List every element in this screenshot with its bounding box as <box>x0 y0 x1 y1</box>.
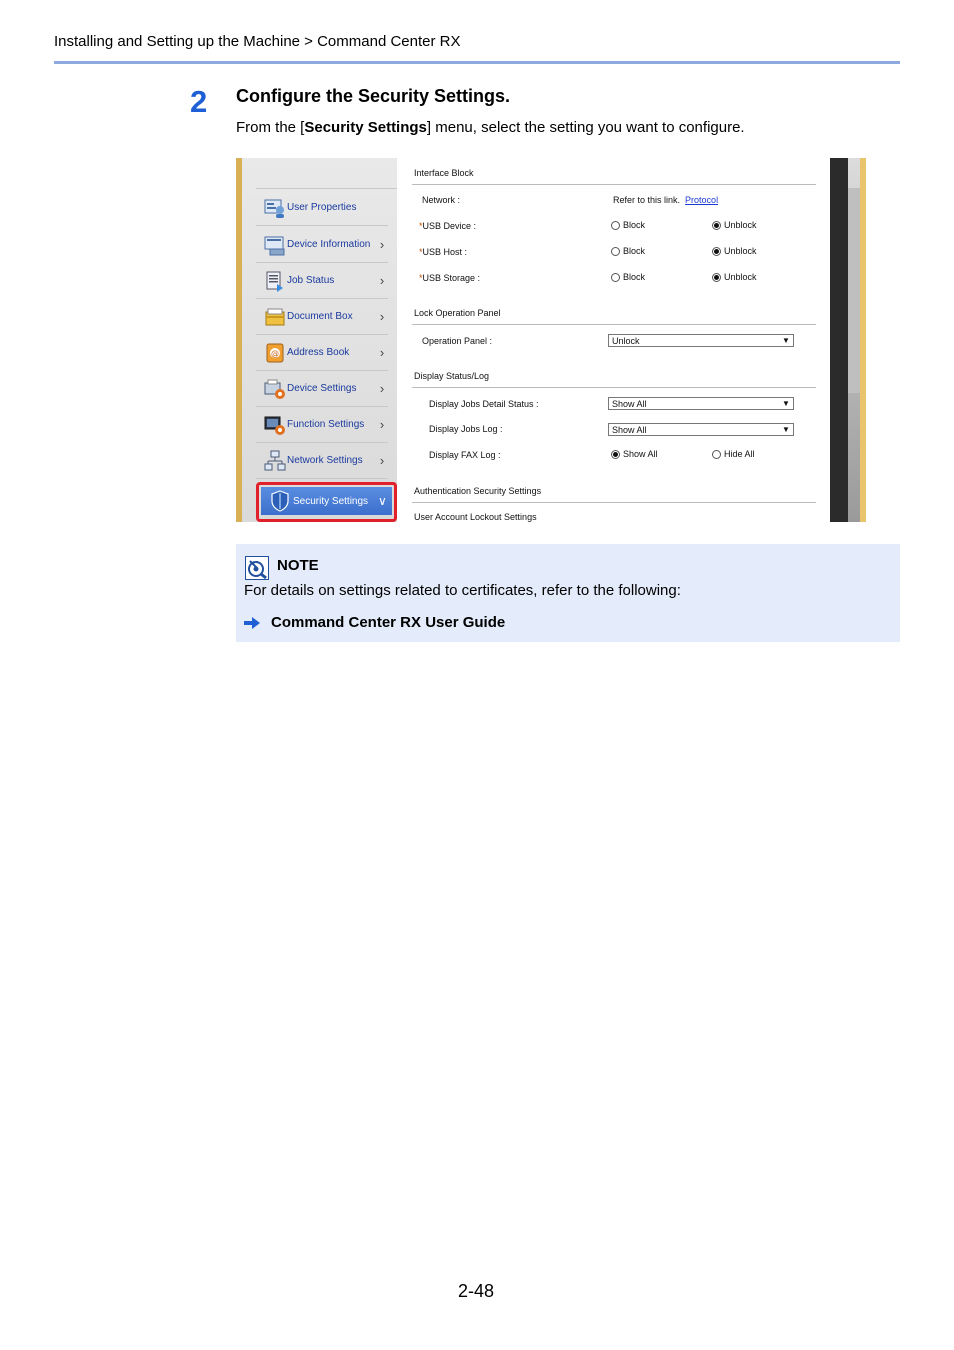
fax-log-label: Display FAX Log : <box>429 450 501 460</box>
usb-host-block-radio[interactable]: Block <box>611 246 645 256</box>
sidebar-item-job-status[interactable]: Job Status › <box>256 263 388 299</box>
job-status-icon <box>266 271 283 292</box>
jobs-log-label: Display Jobs Log : <box>429 424 503 434</box>
sidebar-item-address-book[interactable]: @ Address Book › <box>256 335 388 371</box>
jobs-log-select[interactable]: Show All ▼ <box>608 423 794 436</box>
sidebar-item-label: User Properties <box>287 202 357 213</box>
network-refer-text: Refer to this link. Protocol <box>613 195 719 205</box>
usb-storage-block-radio[interactable]: Block <box>611 272 645 282</box>
sidebar-item-label: Address Book <box>287 347 350 358</box>
user-guide-link[interactable]: Command Center RX User Guide <box>271 614 505 631</box>
fax-log-hide-radio[interactable]: Hide All <box>712 449 755 459</box>
address-book-icon: @ <box>266 343 284 362</box>
chevron-down-icon: ∨ <box>378 494 387 508</box>
usb-device-label: *USB Device : <box>419 221 477 231</box>
sidebar-item-label: Security Settings <box>293 495 369 507</box>
section-title-lock-panel: Lock Operation Panel <box>414 308 501 318</box>
document-box-icon <box>265 308 285 325</box>
section-rule <box>412 387 816 388</box>
screenshot-right-edge <box>860 158 866 522</box>
sidebar-item-label: Document Box <box>287 311 353 322</box>
chevron-down-icon: ▼ <box>782 399 790 408</box>
jobs-detail-label: Display Jobs Detail Status : <box>429 399 539 409</box>
chevron-right-icon: › <box>379 309 385 324</box>
header-rule <box>54 61 900 64</box>
chevron-down-icon: ▼ <box>782 425 790 434</box>
running-header: Installing and Setting up the Machine > … <box>54 33 461 50</box>
page-number: 2-48 <box>458 1281 495 1301</box>
sidebar-item-function-settings[interactable]: Function Settings › <box>256 407 388 443</box>
sidebar-top-space <box>256 158 397 189</box>
settings-content: Interface Block Network : Refer to this … <box>412 158 816 522</box>
section-rule <box>412 184 816 185</box>
usb-host-unblock-radio[interactable]: Unblock <box>712 246 757 256</box>
device-information-icon <box>264 236 285 255</box>
step-description: From the [Security Settings] menu, selec… <box>236 119 745 136</box>
sidebar-item-security-settings[interactable]: Security Settings ∨ <box>256 482 397 522</box>
chevron-right-icon: › <box>379 273 385 288</box>
step-desc-bold: Security Settings <box>304 119 427 136</box>
radio-off-icon <box>611 220 620 230</box>
svg-text:@: @ <box>271 349 279 358</box>
operation-panel-label: Operation Panel : <box>422 336 493 346</box>
user-properties-icon <box>264 199 284 218</box>
function-settings-icon <box>264 416 285 435</box>
scrollbar-thumb[interactable] <box>848 188 860 393</box>
step-title: Configure the Security Settings. <box>236 86 511 106</box>
sidebar-item-user-properties[interactable]: User Properties <box>256 190 388 226</box>
chevron-right-icon: › <box>379 453 385 468</box>
sidebar-item-label: Function Settings <box>287 419 365 430</box>
section-title-interface-block: Interface Block <box>414 168 474 178</box>
sidebar-item-label: Device Settings <box>287 383 357 394</box>
step-number: 2 <box>190 84 208 119</box>
device-settings-icon <box>264 379 285 399</box>
sidebar: User Properties Device Information › Job… <box>242 158 397 522</box>
network-label: Network : <box>422 195 461 205</box>
sidebar-item-network-settings[interactable]: Network Settings › <box>256 443 388 479</box>
usb-storage-unblock-radio[interactable]: Unblock <box>712 272 757 282</box>
section-title-display-status: Display Status/Log <box>414 371 490 381</box>
chevron-right-icon: › <box>379 237 385 252</box>
chevron-down-icon: ▼ <box>782 336 790 345</box>
sidebar-item-device-information[interactable]: Device Information › <box>256 227 388 263</box>
sidebar-item-label: Device Information <box>287 239 371 250</box>
security-settings-selected: Security Settings ∨ <box>261 487 392 515</box>
jobs-detail-select[interactable]: Show All ▼ <box>608 397 794 410</box>
section-rule <box>412 324 816 325</box>
note-box: NOTE For details on settings related to … <box>236 544 900 642</box>
fax-log-show-radio[interactable]: Show All <box>611 449 658 459</box>
note-icon <box>245 556 269 580</box>
network-settings-icon <box>264 450 286 470</box>
section-title-auth-security: Authentication Security Settings <box>414 486 542 496</box>
usb-storage-label: *USB Storage : <box>419 273 481 283</box>
sidebar-item-label: Job Status <box>287 275 335 286</box>
protocol-link[interactable]: Protocol <box>685 195 718 205</box>
radio-on-icon <box>712 246 721 256</box>
note-title: NOTE <box>277 557 319 574</box>
radio-off-icon <box>712 449 721 459</box>
chevron-right-icon: › <box>379 381 385 396</box>
radio-on-icon <box>712 272 721 282</box>
chevron-right-icon: › <box>379 417 385 432</box>
scrollbar-track[interactable] <box>830 158 848 522</box>
usb-device-block-radio[interactable]: Block <box>611 220 645 230</box>
section-rule <box>412 502 816 503</box>
chevron-right-icon: › <box>379 345 385 360</box>
arrow-right-icon <box>244 617 260 629</box>
radio-off-icon <box>611 272 620 282</box>
sidebar-item-device-settings[interactable]: Device Settings › <box>256 371 388 407</box>
command-center-screenshot: User Properties Device Information › Job… <box>236 158 866 522</box>
note-body: For details on settings related to certi… <box>244 582 681 599</box>
operation-panel-select[interactable]: Unlock ▼ <box>608 334 794 347</box>
radio-on-icon <box>611 449 620 459</box>
usb-device-unblock-radio[interactable]: Unblock <box>712 220 757 230</box>
usb-host-label: *USB Host : <box>419 247 468 257</box>
sidebar-item-label: Network Settings <box>287 455 363 466</box>
radio-off-icon <box>611 246 620 256</box>
shield-icon <box>271 490 289 512</box>
radio-on-icon <box>712 220 721 230</box>
section-title-lockout: User Account Lockout Settings <box>414 512 537 522</box>
sidebar-item-document-box[interactable]: Document Box › <box>256 299 388 335</box>
